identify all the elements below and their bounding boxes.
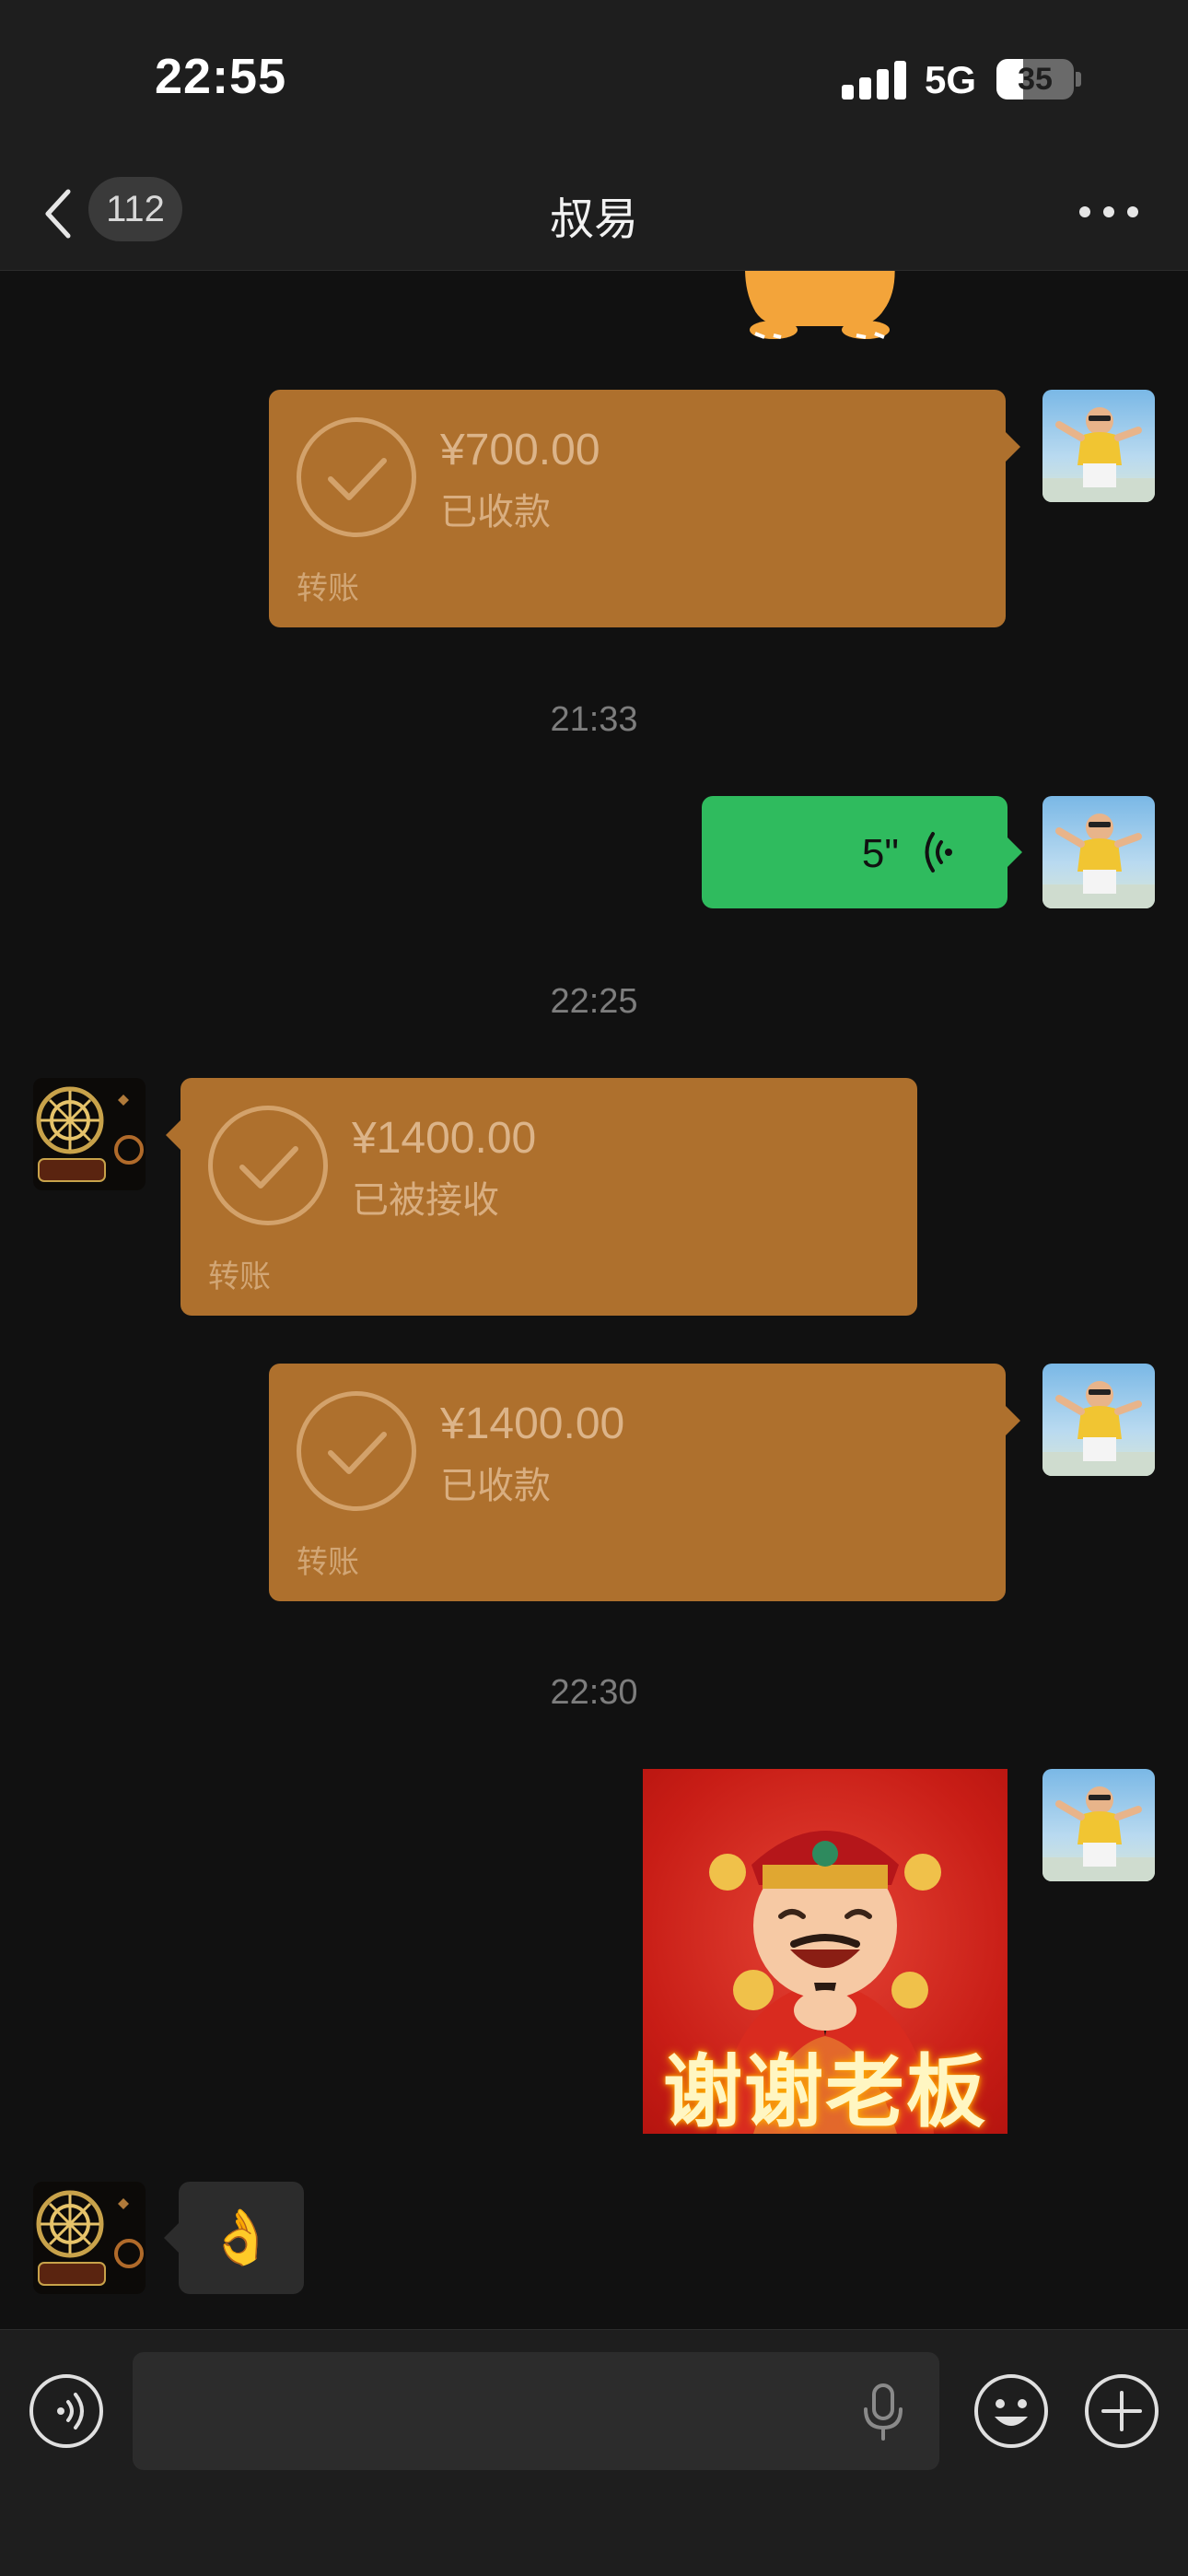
- chat-title: 叔易: [549, 195, 638, 244]
- bubble-tail: [1006, 1406, 1020, 1435]
- transfer-card[interactable]: ¥1400.00 已收款 转账: [269, 1364, 1020, 1601]
- voice-wave-icon: [921, 829, 963, 875]
- more-dots-icon[interactable]: [1079, 201, 1138, 223]
- my-avatar[interactable]: [1042, 796, 1155, 908]
- my-avatar[interactable]: [1042, 1769, 1155, 1881]
- message-timestamp: 22:30: [550, 1673, 638, 1712]
- sticker-caption: 谢谢老板: [663, 2048, 987, 2134]
- transfer-amount: ¥1400.00: [440, 1399, 625, 1448]
- thanks-boss-sticker[interactable]: 谢谢老板: [643, 1769, 1007, 2134]
- bubble-tail: [166, 1120, 181, 1150]
- battery-cap: [1076, 72, 1081, 87]
- transfer-amount: ¥700.00: [440, 426, 600, 474]
- ok-hand-emoji: 👌: [207, 2207, 275, 2267]
- transfer-status: 已收款: [440, 492, 551, 533]
- my-avatar[interactable]: [1042, 390, 1155, 502]
- input-bar: [0, 2329, 1188, 2576]
- message-list[interactable]: ¥700.00 已收款 转账 21:33 5" 22:25 ¥1400.00 已…: [0, 271, 1188, 2329]
- status-bar: 22:55 5G 35: [0, 0, 1188, 157]
- message-input[interactable]: [133, 2352, 939, 2470]
- signal-strength-icon: [842, 61, 906, 100]
- contact-avatar[interactable]: [33, 2182, 146, 2294]
- battery-icon: 35: [996, 59, 1074, 100]
- transfer-label: 转账: [297, 1545, 359, 1580]
- check-circle-icon: [297, 417, 416, 537]
- contact-avatar[interactable]: [33, 1078, 146, 1190]
- plus-icon[interactable]: [1085, 2374, 1159, 2448]
- transfer-card[interactable]: ¥1400.00 已被接收 转账: [166, 1078, 917, 1316]
- microphone-icon[interactable]: [860, 2382, 906, 2442]
- network-type: 5G: [925, 58, 977, 101]
- transfer-label: 转账: [297, 571, 359, 606]
- message-timestamp: 21:33: [550, 700, 638, 739]
- emoji-message[interactable]: 👌: [164, 2182, 304, 2294]
- transfer-status: 已被接收: [352, 1180, 499, 1221]
- bubble-tail: [1007, 837, 1022, 867]
- chat-header: 112 叔易: [0, 157, 1188, 271]
- bubble-tail: [1006, 432, 1020, 462]
- message-timestamp: 22:25: [550, 982, 638, 1021]
- transfer-amount: ¥1400.00: [352, 1114, 537, 1163]
- voice-message[interactable]: 5": [702, 796, 1022, 908]
- battery-percent: 35: [1018, 62, 1053, 97]
- my-avatar[interactable]: [1042, 1364, 1155, 1476]
- voice-mode-icon[interactable]: [29, 2374, 103, 2448]
- smiley-icon[interactable]: [974, 2374, 1048, 2448]
- transfer-status: 已收款: [440, 1466, 551, 1506]
- chevron-left-icon[interactable]: [37, 184, 83, 243]
- partial-bear-sticker[interactable]: [737, 271, 903, 339]
- bubble-tail: [164, 2223, 179, 2253]
- transfer-card[interactable]: ¥700.00 已收款 转账: [269, 390, 1020, 627]
- voice-duration: 5": [861, 831, 899, 876]
- status-time: 22:55: [155, 49, 287, 104]
- check-circle-icon: [297, 1391, 416, 1511]
- unread-count-badge[interactable]: 112: [88, 177, 182, 241]
- check-circle-icon: [208, 1106, 328, 1225]
- transfer-label: 转账: [208, 1259, 271, 1294]
